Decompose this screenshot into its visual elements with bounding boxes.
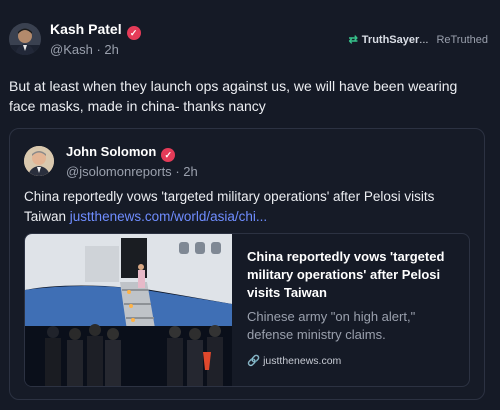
retruth-ellipsis: ... [419,34,429,46]
quote-link[interactable]: justthenews.com/world/asia/chi... [70,209,267,224]
author-meta: @Kash · 2h [50,42,119,57]
card-domain-text[interactable]: justthenews.com [263,355,341,367]
quoted-post[interactable]: John Solomon ✓ @jsolomonreports · 2h Chin… [9,128,485,400]
author-name[interactable]: Kash Patel ✓ [50,21,141,40]
post-text: But at least when they launch ops agains… [9,78,458,114]
verified-badge-icon: ✓ [126,26,141,40]
retruth-arrows-icon: ⇄ [348,34,358,46]
avatar[interactable] [9,23,41,55]
card-image[interactable] [25,234,232,386]
card-title[interactable]: China reportedly vows 'targeted military… [247,248,457,302]
quote-avatar[interactable] [24,146,54,176]
author-name-text[interactable]: Kash Patel [50,21,122,37]
post-time[interactable]: 2h [104,42,118,57]
link-card[interactable]: China reportedly vows 'targeted military… [24,233,470,387]
post: Kash Patel ✓ @Kash · 2h ⇄ TruthSayer... ReT… [0,0,500,410]
link-icon: 🔗 [247,355,261,367]
quote-author-name-text[interactable]: John Solomon [66,144,156,159]
quote-author-name[interactable]: John Solomon ✓ [66,144,176,162]
meta-separator: · [96,42,101,57]
retruth-user[interactable]: TruthSayer [362,34,419,46]
quote-text: China reportedly vows 'targeted military… [24,187,474,227]
quote-meta-separator: · [175,164,180,179]
card-description: Chinese army "on high alert," defense mi… [247,309,416,342]
author-handle[interactable]: @Kash [50,42,93,57]
retruth-indicator[interactable]: ⇄ TruthSayer... ReTruthed [349,33,488,46]
quote-author-meta: @jsolomonreports · 2h [66,164,198,179]
retruth-label: ReTruthed [436,34,488,46]
quote-verified-badge-icon: ✓ [161,148,176,162]
quote-time[interactable]: 2h [183,164,197,179]
quote-author-handle[interactable]: @jsolomonreports [66,164,172,179]
card-domain[interactable]: 🔗 justthenews.com [247,354,341,367]
